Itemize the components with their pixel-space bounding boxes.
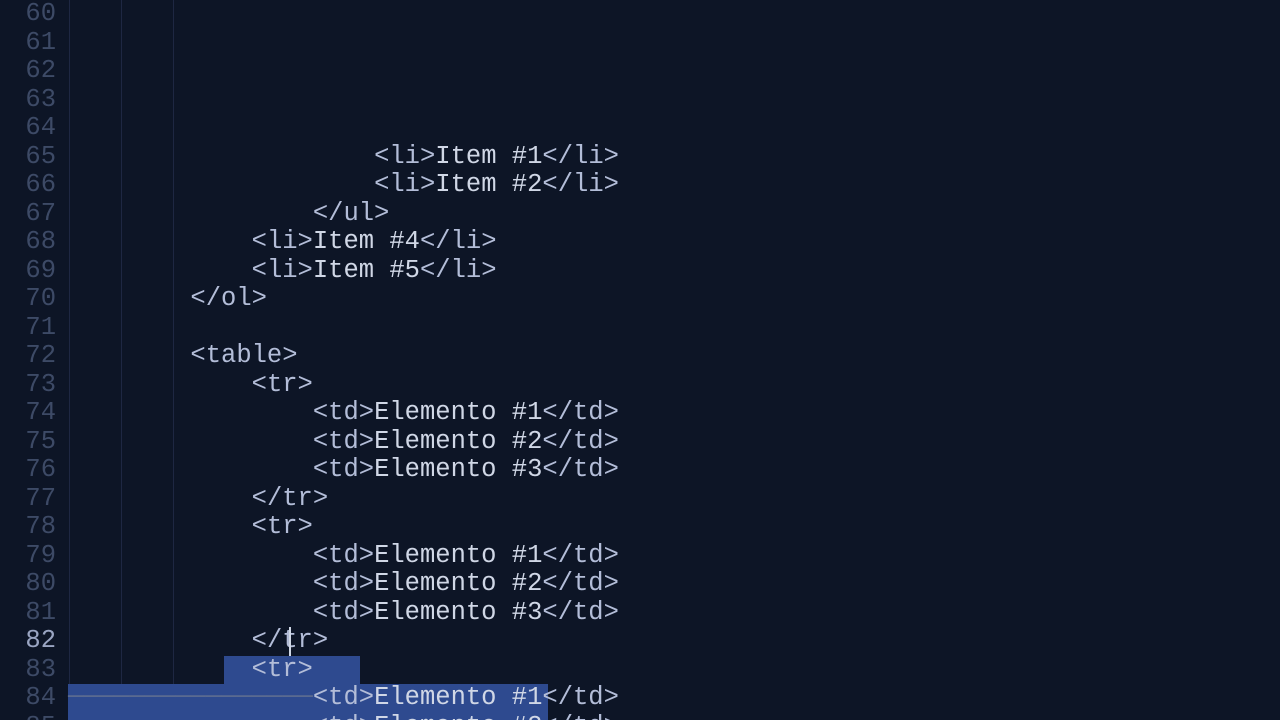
line-number-gutter: 6061626364656667686970717273747576777879… [0, 0, 68, 720]
line-number: 61 [0, 29, 56, 58]
line-number: 84 [0, 684, 56, 713]
line-number: 65 [0, 143, 56, 172]
line-number: 85 [0, 713, 56, 720]
code-line[interactable]: </ol> [68, 285, 1280, 314]
line-number: 80 [0, 570, 56, 599]
code-line[interactable]: </tr> [68, 627, 1280, 656]
line-number: 72 [0, 342, 56, 371]
line-number: 76 [0, 456, 56, 485]
code-line[interactable]: <td>Elemento #1</td> [68, 399, 1280, 428]
code-line[interactable]: <li>Item #5</li> [68, 257, 1280, 286]
code-line[interactable]: <td>Elemento #3</td> [68, 599, 1280, 628]
line-number: 63 [0, 86, 56, 115]
line-number: 70 [0, 285, 56, 314]
line-number: 81 [0, 599, 56, 628]
code-area[interactable]: <li>Item #1</li> <li>Item #2</li> </ul> … [68, 0, 1280, 720]
code-line[interactable]: <tr> [68, 656, 1280, 685]
code-line[interactable]: <tr> [68, 371, 1280, 400]
line-number: 64 [0, 114, 56, 143]
line-number: 66 [0, 171, 56, 200]
code-line[interactable]: <td>Elemento #3</td> [68, 456, 1280, 485]
code-line[interactable]: ────────────────<td>Elemento #2</td> [68, 713, 1280, 720]
code-line[interactable]: <li>Item #2</li> [68, 171, 1280, 200]
code-line[interactable]: <td>Elemento #2</td> [68, 570, 1280, 599]
line-number: 77 [0, 485, 56, 514]
text-cursor [289, 627, 291, 656]
line-number: 71 [0, 314, 56, 343]
line-number: 60 [0, 0, 56, 29]
code-line[interactable]: <table> [68, 342, 1280, 371]
line-number: 75 [0, 428, 56, 457]
code-line[interactable]: <tr> [68, 513, 1280, 542]
line-number: 68 [0, 228, 56, 257]
code-line[interactable]: <td>Elemento #1</td> [68, 542, 1280, 571]
line-number: 73 [0, 371, 56, 400]
code-line[interactable]: <td>Elemento #2</td> [68, 428, 1280, 457]
code-editor[interactable]: 6061626364656667686970717273747576777879… [0, 0, 1280, 720]
code-line[interactable] [68, 314, 1280, 343]
line-number: 78 [0, 513, 56, 542]
code-line[interactable]: </ul> [68, 200, 1280, 229]
code-line[interactable]: <li>Item #1</li> [68, 143, 1280, 172]
code-line[interactable]: ────────────────<td>Elemento #1</td> [68, 684, 1280, 713]
line-number: 82 [0, 627, 56, 656]
code-line[interactable]: </tr> [68, 485, 1280, 514]
line-number: 83 [0, 656, 56, 685]
line-number: 79 [0, 542, 56, 571]
line-number: 69 [0, 257, 56, 286]
line-number: 62 [0, 57, 56, 86]
code-line[interactable]: <li>Item #4</li> [68, 228, 1280, 257]
line-number: 67 [0, 200, 56, 229]
line-number: 74 [0, 399, 56, 428]
